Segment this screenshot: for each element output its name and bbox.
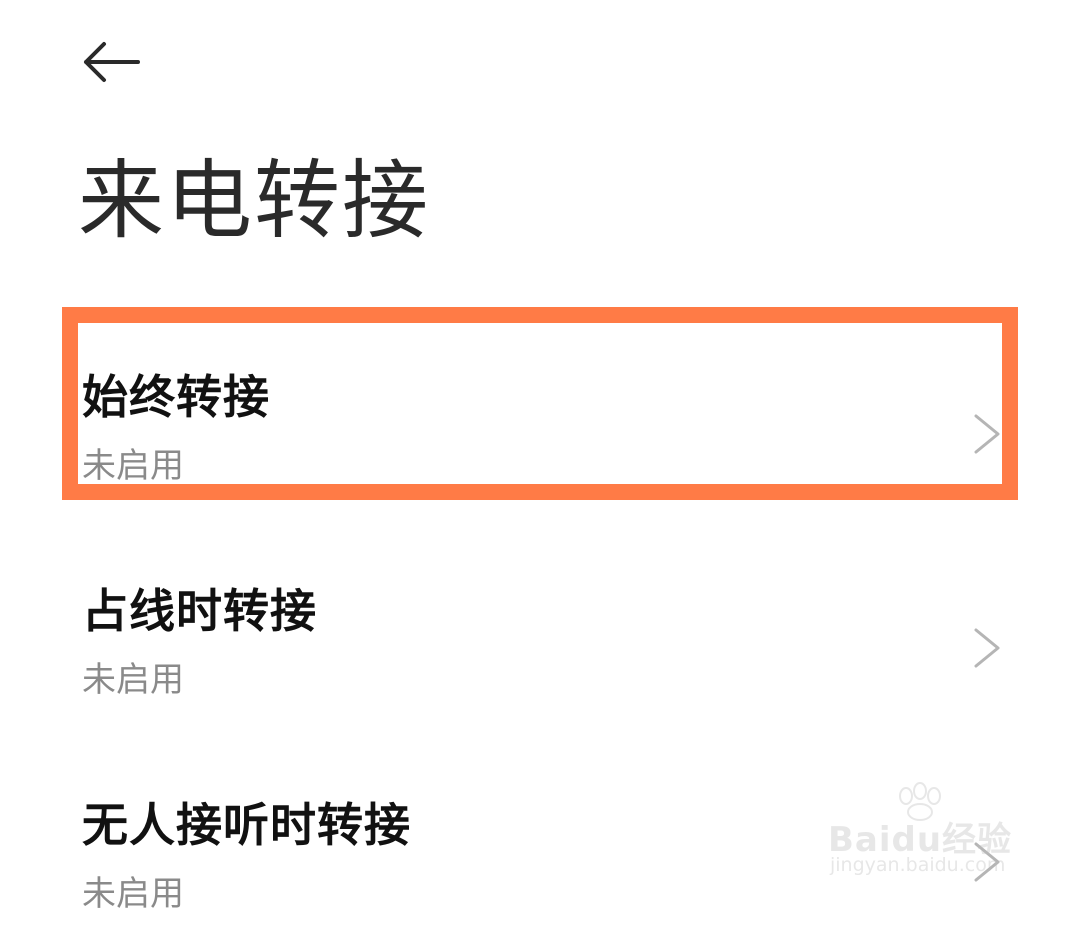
- page-title: 来电转接: [78, 151, 430, 251]
- setting-item-status: 未启用: [82, 874, 184, 914]
- setting-item-title: 占线时转接: [82, 584, 317, 638]
- setting-item-title: 始终转接: [82, 370, 270, 424]
- setting-item-no-answer-forward[interactable]: 无人接听时转接 未启用: [0, 798, 1080, 948]
- chevron-right-icon: [974, 842, 1000, 882]
- setting-item-title: 无人接听时转接: [82, 798, 411, 852]
- setting-item-busy-forward[interactable]: 占线时转接 未启用: [0, 584, 1080, 734]
- back-button[interactable]: [72, 34, 148, 90]
- setting-item-always-forward[interactable]: 始终转接 未启用: [0, 370, 1080, 520]
- arrow-left-icon: [84, 42, 140, 82]
- setting-item-status: 未启用: [82, 660, 184, 700]
- chevron-right-icon: [974, 628, 1000, 668]
- chevron-right-icon: [974, 414, 1000, 454]
- setting-item-status: 未启用: [82, 446, 184, 486]
